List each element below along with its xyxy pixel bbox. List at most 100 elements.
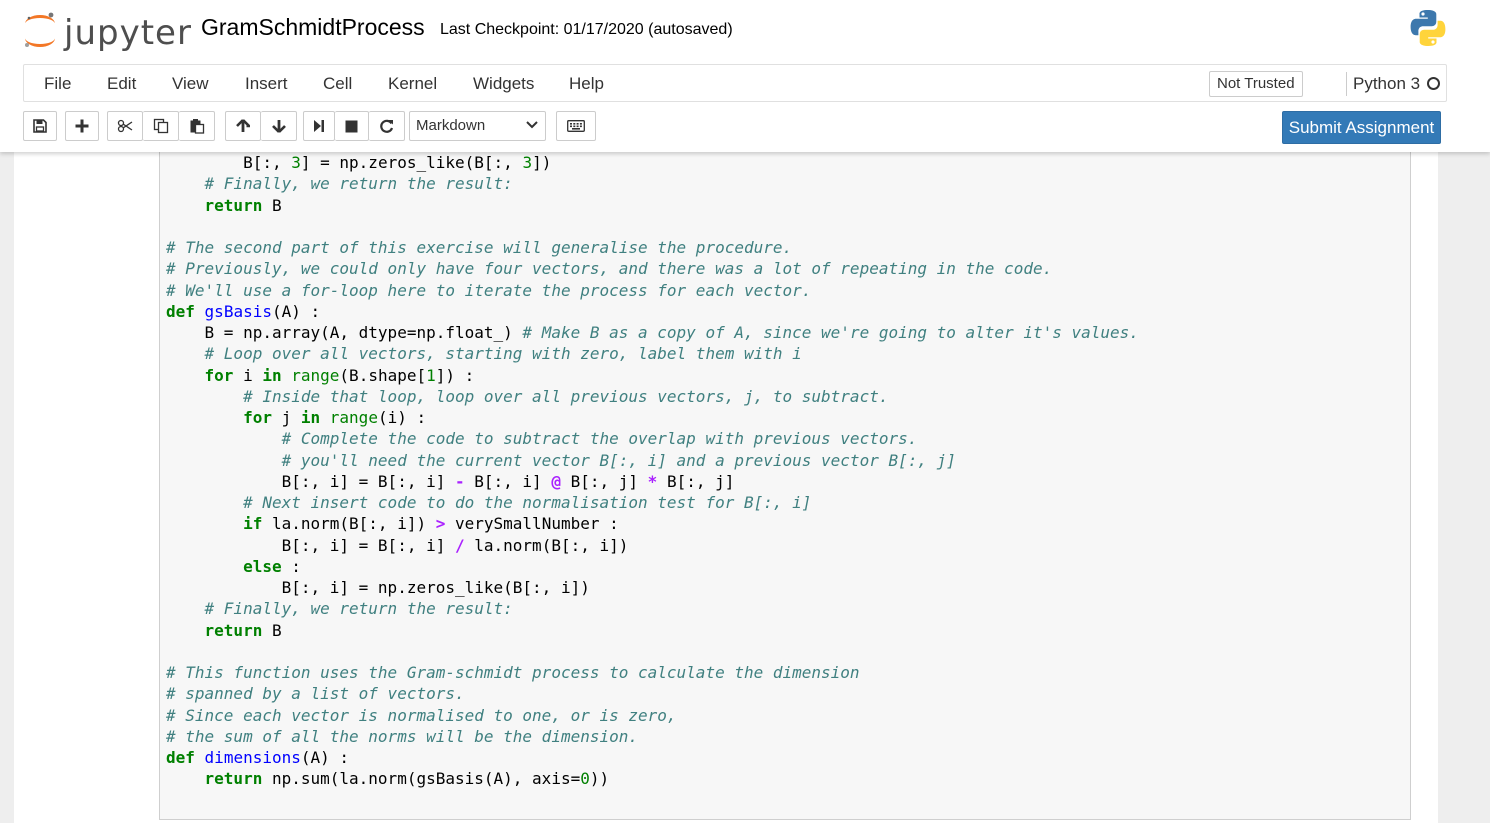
code-token: 0 — [580, 769, 590, 789]
menu-kernel[interactable]: Kernel — [388, 74, 437, 94]
code-token: (B.shape[ — [339, 365, 427, 385]
code-line: # Finally, we return the result: — [166, 598, 1139, 619]
menu-file[interactable]: File — [44, 74, 71, 94]
code-token: # spanned by a list of vectors. — [166, 684, 465, 704]
paste-button[interactable] — [179, 111, 215, 141]
restart-icon — [380, 119, 394, 133]
code-token: # Finally, we return the result: — [204, 174, 513, 194]
code-line: if la.norm(B[:, i]) > verySmallNumber : — [166, 513, 1139, 534]
command-palette-button[interactable] — [556, 111, 596, 141]
kernel-name: Python 3 — [1353, 74, 1421, 93]
menu-help[interactable]: Help — [569, 74, 604, 94]
copy-button[interactable] — [143, 111, 179, 141]
move-down-button[interactable] — [261, 111, 297, 141]
code-token: 3 — [291, 153, 301, 172]
insert-cell-button[interactable] — [65, 111, 99, 141]
cut-button[interactable] — [107, 111, 143, 141]
code-line: return np.sum(la.norm(gsBasis(A), axis=0… — [166, 768, 1139, 789]
menu-insert[interactable]: Insert — [245, 74, 288, 94]
menu-cell[interactable]: Cell — [323, 74, 352, 94]
run-icon — [314, 120, 324, 132]
code-token: return — [204, 195, 263, 215]
code-token: (A) : — [271, 301, 321, 321]
code-token: # This function uses the Gram-schmidt pr… — [166, 663, 860, 682]
code-token: # Next insert code to do the normalisati… — [243, 493, 812, 512]
run-button[interactable] — [303, 111, 335, 141]
code-token: np.sum(la.norm(gsBasis(A), axis= — [262, 769, 581, 789]
code-token: # Since each vector is normalised to one… — [166, 705, 677, 725]
menu-view[interactable]: View — [172, 74, 209, 94]
arrow-down-icon — [271, 120, 286, 133]
code-editor-text[interactable]: B[:, 3] = np.zeros_like(B[:, 3]) # Final… — [166, 152, 1139, 790]
code-token: dimensions — [204, 748, 301, 767]
code-line: # The second part of this exercise will … — [166, 237, 1139, 258]
code-token: range — [329, 408, 378, 427]
menu-edit[interactable]: Edit — [107, 74, 136, 94]
code-token: in — [262, 365, 282, 385]
restart-kernel-button[interactable] — [369, 111, 405, 141]
code-line: # Previously, we could only have four ve… — [166, 258, 1139, 279]
jupyter-logo-icon — [25, 12, 55, 47]
keyboard-icon — [567, 120, 585, 132]
code-line: def dimensions(A) : — [166, 747, 1139, 768]
code-token: return — [204, 620, 263, 640]
move-up-button[interactable] — [225, 111, 261, 141]
code-token: B — [262, 195, 282, 215]
code-line: # We'll use a for-loop here to iterate t… — [166, 280, 1139, 301]
interrupt-kernel-button[interactable] — [335, 111, 369, 141]
cell-type-select[interactable]: Markdown — [409, 111, 546, 141]
cell-type-value: Markdown — [416, 117, 486, 134]
code-line: else : — [166, 556, 1139, 577]
code-line: B = np.array(A, dtype=np.float_) # Make … — [166, 322, 1139, 343]
code-token: ] = np.zeros_like(B[:, — [300, 153, 523, 172]
code-token: range — [291, 365, 340, 385]
trust-status-button[interactable]: Not Trusted — [1209, 71, 1303, 97]
code-token: gsBasis — [204, 301, 272, 321]
menu-widgets[interactable]: Widgets — [473, 74, 534, 94]
save-button[interactable] — [23, 111, 57, 141]
code-line: # Complete the code to subtract the over… — [166, 428, 1139, 449]
code-token: ]) — [532, 153, 552, 172]
code-cell-editor[interactable]: B[:, 3] = np.zeros_like(B[:, 3]) # Final… — [159, 152, 1411, 820]
cut-icon — [117, 119, 133, 133]
code-token: if — [243, 514, 263, 534]
code-token: for — [243, 408, 272, 427]
code-token: def — [166, 748, 195, 767]
code-token: ]) : — [435, 365, 475, 385]
paste-icon — [190, 119, 204, 134]
code-line: B[:, 3] = np.zeros_like(B[:, 3]) — [166, 152, 1139, 173]
chevron-down-icon — [526, 121, 538, 129]
code-token: else — [243, 556, 282, 576]
code-line: B[:, i] = np.zeros_like(B[:, i]) — [166, 577, 1139, 598]
jupyter-logo[interactable]: jupyter — [22, 8, 191, 53]
code-line: # Inside that loop, loop over all previo… — [166, 386, 1139, 407]
code-token: la.norm(B[:, i]) — [464, 535, 629, 555]
code-line: return B — [166, 620, 1139, 641]
code-token: > — [435, 514, 446, 534]
code-token: # We'll use a for-loop here to iterate t… — [166, 280, 812, 300]
save-icon — [33, 119, 47, 133]
submit-assignment-button[interactable]: Submit Assignment — [1282, 111, 1441, 144]
code-token: 3 — [522, 153, 533, 172]
code-token: (A) : — [300, 748, 350, 767]
arrow-up-icon — [236, 119, 250, 132]
notebook-name[interactable]: GramSchmidtProcess — [201, 12, 425, 42]
jupyter-logo-text: jupyter — [64, 13, 192, 53]
code-line: # spanned by a list of vectors. — [166, 683, 1139, 704]
code-token: / — [454, 535, 465, 555]
code-token: @ — [551, 471, 561, 491]
code-token: # Loop over all vectors, starting with z… — [204, 344, 802, 364]
code-line: # Loop over all vectors, starting with z… — [166, 343, 1139, 364]
code-token: (i) : — [377, 408, 427, 427]
code-token: B = np.array(A, dtype=np.float_) — [166, 323, 523, 342]
